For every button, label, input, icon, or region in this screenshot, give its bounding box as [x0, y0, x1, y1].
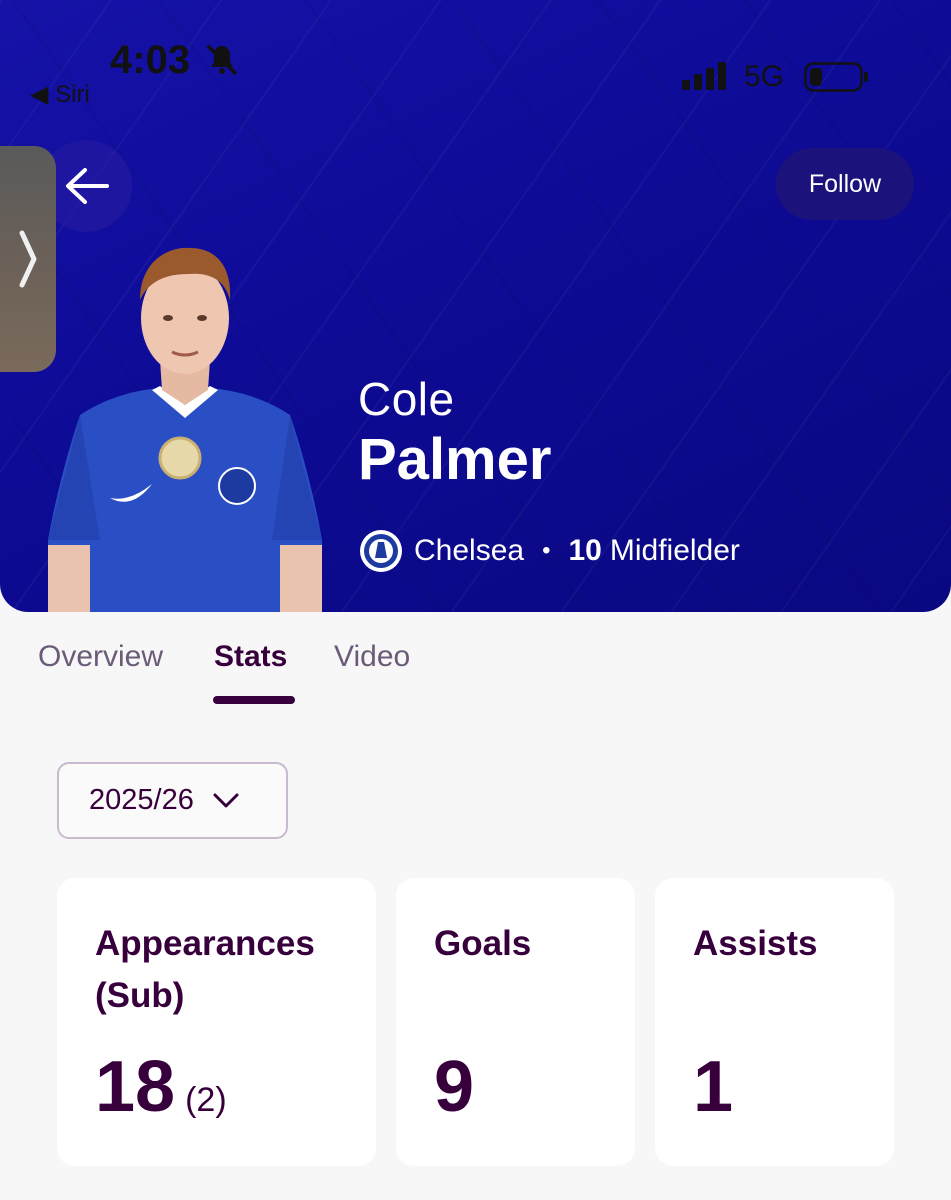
tab-overview[interactable]: Overview [38, 640, 163, 674]
stat-label: Assists [693, 924, 818, 963]
season-dropdown[interactable]: 2025/26 [57, 762, 288, 839]
tab-video[interactable]: Video [334, 640, 410, 674]
player-first-name: Cole [358, 373, 455, 425]
stat-sub-value: (2) [185, 1081, 227, 1119]
active-tab-indicator [213, 696, 295, 704]
signal-icon [682, 62, 726, 90]
club-name[interactable]: Chelsea [414, 534, 524, 568]
player-meta: Chelsea • 10 Midfielder [358, 528, 740, 574]
stat-label: Appearances (Sub) [95, 924, 315, 1015]
stat-label: Goals [434, 924, 532, 963]
stat-value: 9 [434, 1047, 475, 1127]
chevron-down-icon [213, 793, 239, 807]
back-to-app-link[interactable]: ◀ Siri [30, 80, 90, 109]
follow-button[interactable]: Follow [776, 148, 914, 220]
stat-card-assists: Assists 1 [655, 878, 894, 1166]
status-time: 4:03 [110, 38, 191, 82]
battery-icon [804, 62, 868, 92]
player-photo [48, 247, 322, 612]
stat-value: 18 (2) [95, 1046, 227, 1128]
chevron-right-icon [19, 230, 37, 288]
meta-separator: • [542, 537, 551, 564]
stat-card-appearances: Appearances (Sub) 18 (2) [57, 878, 376, 1166]
shirt-number: 10 [568, 534, 602, 567]
player-hero: 4:03 ◀ Siri 5G Follow Cole Palmer Chelse… [0, 0, 951, 612]
player-last-name: Palmer [358, 427, 552, 492]
side-panel-handle[interactable] [0, 146, 56, 372]
tab-stats[interactable]: Stats [214, 640, 287, 674]
stat-main-value: 18 [95, 1047, 176, 1127]
season-value: 2025/26 [89, 784, 194, 816]
stat-value: 1 [693, 1047, 734, 1127]
chelsea-crest-icon [360, 530, 402, 572]
player-position: Midfielder [609, 534, 740, 567]
bell-muted-icon [206, 44, 238, 76]
network-type: 5G [744, 60, 785, 93]
stat-card-goals: Goals 9 [396, 878, 635, 1166]
arrow-left-icon [66, 168, 109, 204]
